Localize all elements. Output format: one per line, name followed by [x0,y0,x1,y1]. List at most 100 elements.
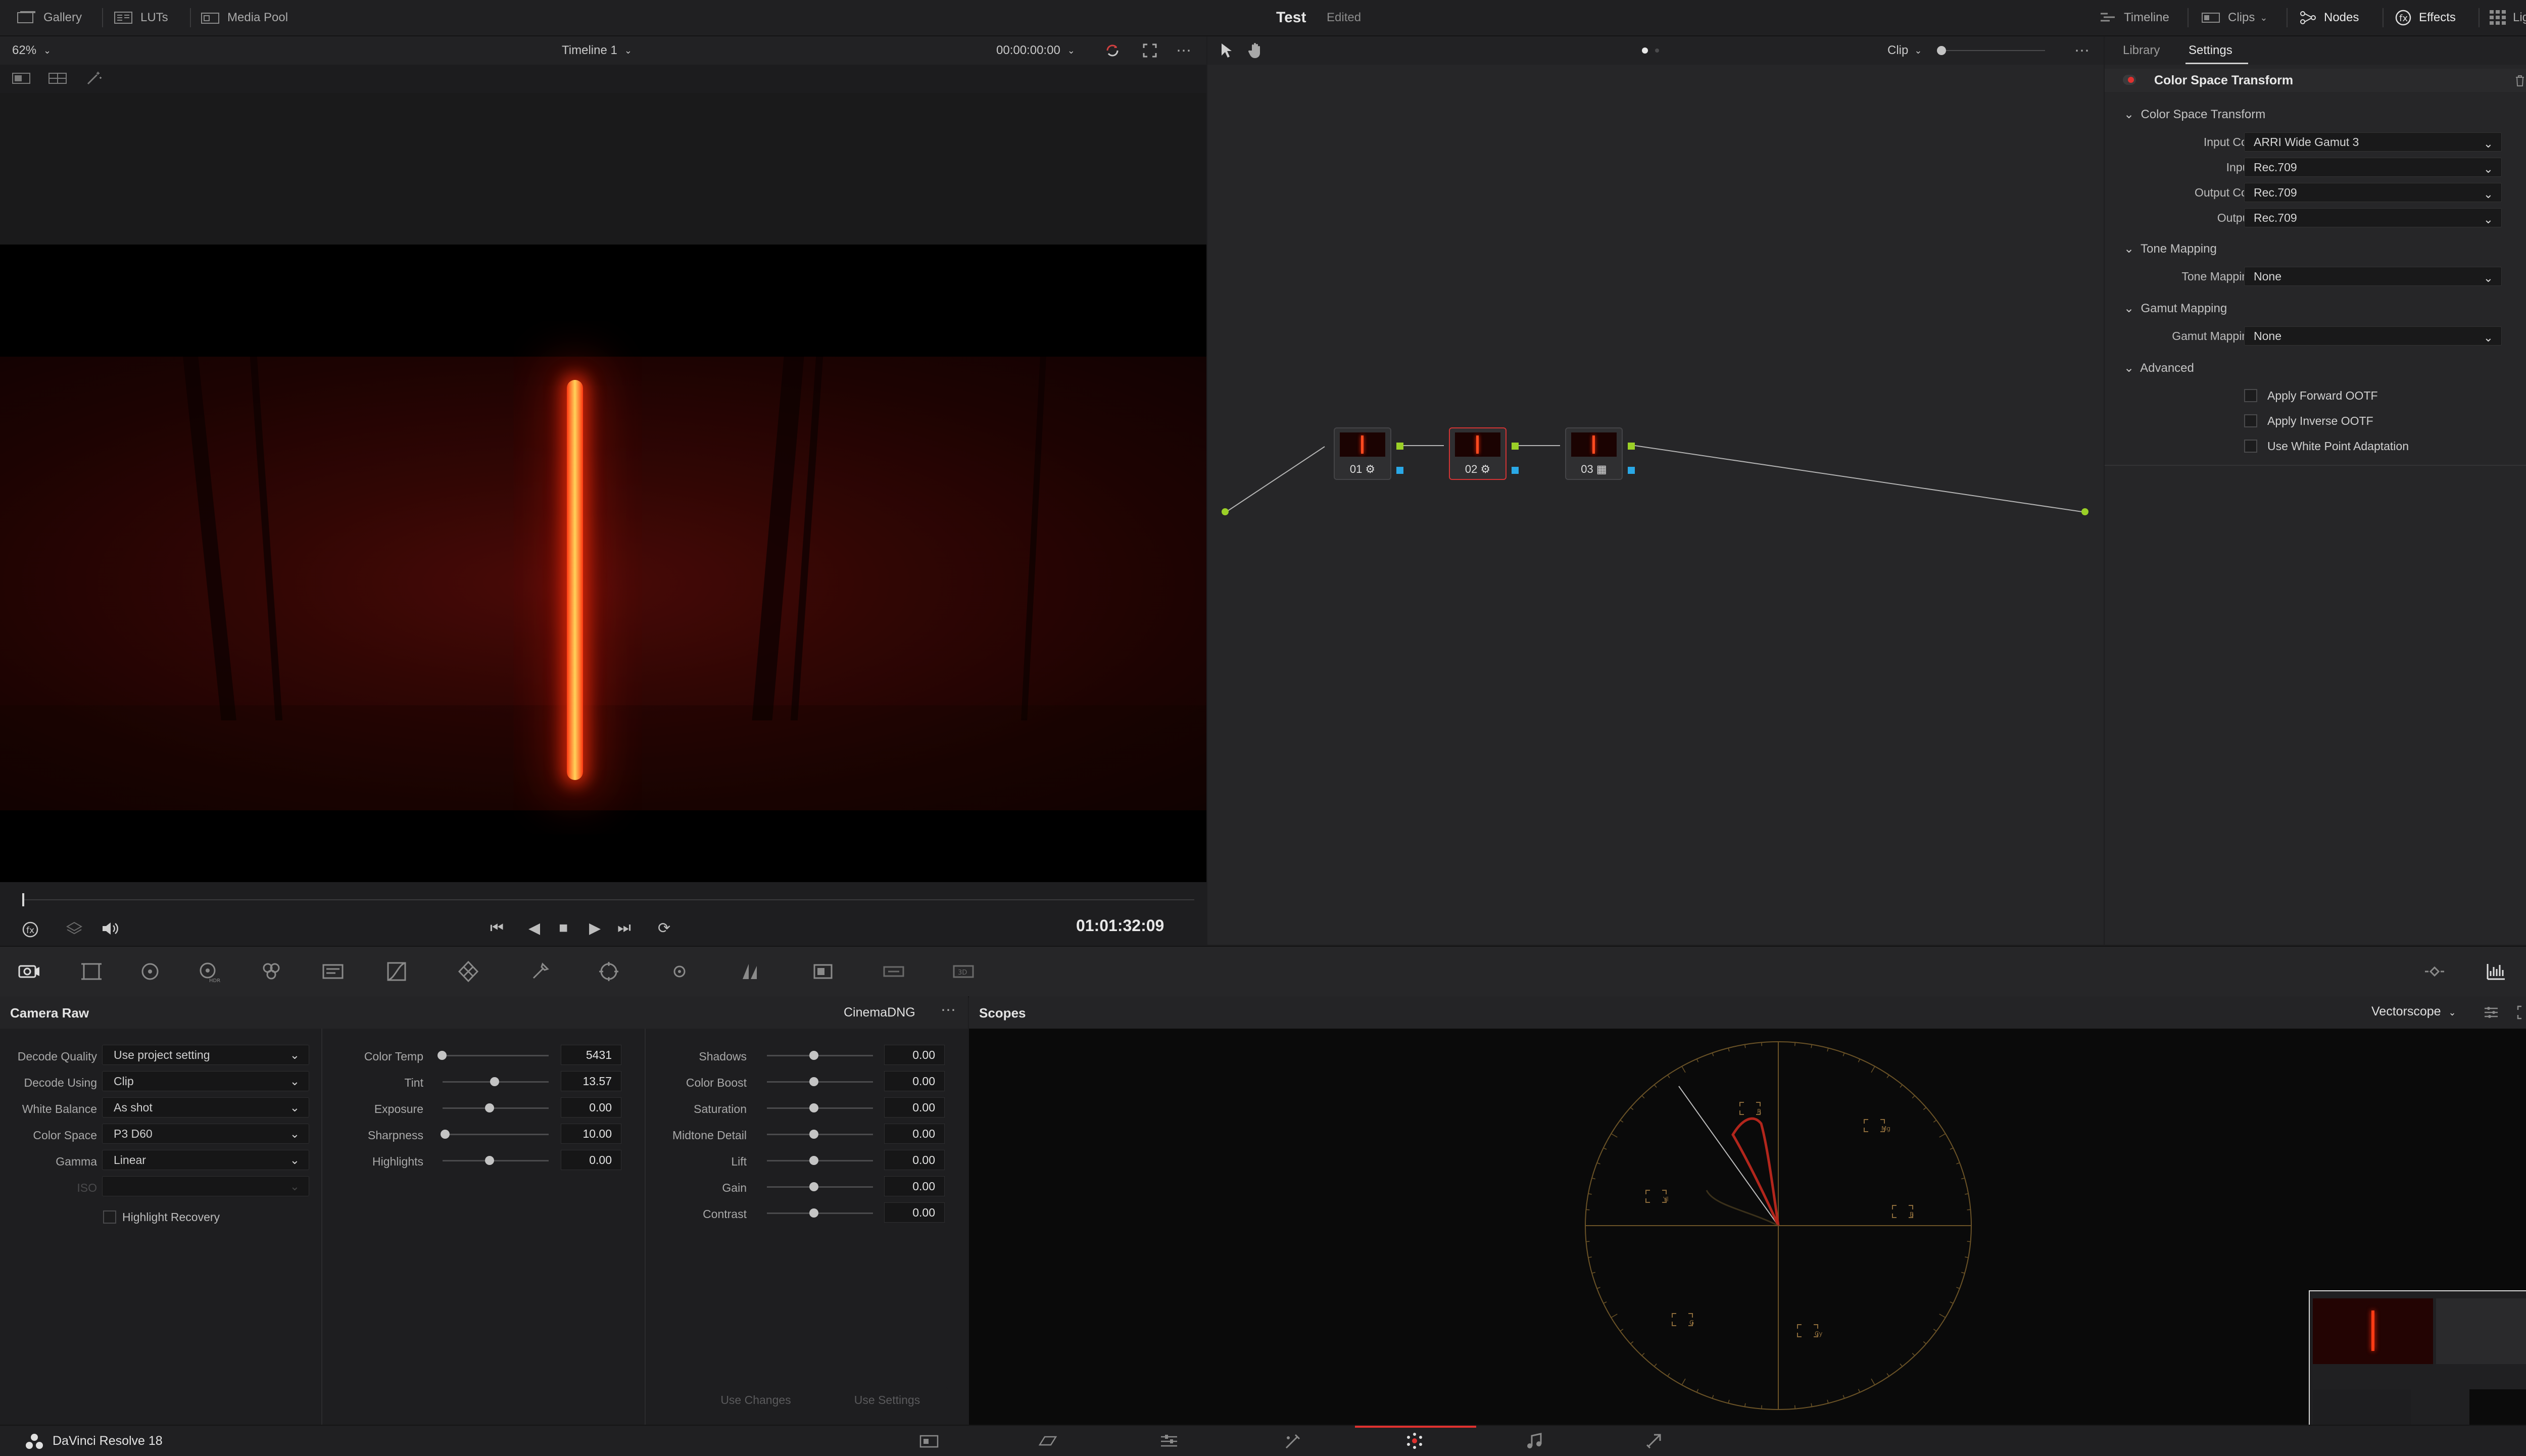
trash-icon[interactable] [2515,75,2525,87]
play-icon[interactable]: ▶ [589,919,601,937]
lightbox-toggle[interactable]: Lightbox [2490,0,2526,35]
timeline-toggle[interactable]: Timeline [2100,0,2169,35]
loop-icon[interactable] [1104,42,1121,59]
section-color-space-transform[interactable]: ⌄ Color Space Transform [2124,107,2265,122]
fullscreen-icon[interactable] [1143,43,1157,58]
split-screen-icon[interactable] [48,72,68,85]
image-wipe-icon[interactable] [12,72,31,85]
contrast-knob[interactable] [809,1208,818,1218]
use-changes-button[interactable]: Use Changes [695,1387,816,1413]
alpha-output-port[interactable] [1628,467,1635,474]
go-to-start-icon[interactable]: ⏮ [490,919,504,937]
section-tone-mapping[interactable]: ⌄ Tone Mapping [2124,241,2217,256]
shadows-field[interactable]: 0.00 [884,1045,945,1065]
highlights-slider[interactable] [443,1160,549,1161]
expand-scope-icon[interactable] [2517,1005,2526,1020]
sharpness-knob[interactable] [441,1130,450,1139]
tab-library[interactable]: Library [2123,36,2160,65]
color-boost-field[interactable]: 0.00 [884,1071,945,1091]
ui-minimap[interactable] [2309,1290,2526,1442]
midtone-detail-slider[interactable] [767,1134,873,1135]
keyframes-icon[interactable] [2423,960,2446,983]
color-temp-slider[interactable] [443,1055,549,1056]
page-indicator-dot[interactable] [1655,48,1659,53]
lift-knob[interactable] [809,1156,818,1165]
page-indicator-dot[interactable] [1642,47,1648,54]
exposure-field[interactable]: 0.00 [561,1097,621,1118]
midtone-detail-knob[interactable] [809,1130,818,1139]
color-boost-slider[interactable] [767,1081,873,1083]
scrub-bar[interactable] [22,899,1194,900]
reverse-icon[interactable]: ◀ [528,919,540,937]
tracker-icon[interactable] [668,960,691,983]
timeline-select[interactable]: Timeline 1 ⌄ [562,36,632,65]
gain-field[interactable]: 0.00 [884,1176,945,1196]
volume-icon[interactable] [101,920,119,937]
alpha-output-port[interactable] [1512,467,1519,474]
rgb-mixer-icon[interactable] [260,960,283,983]
sharpness-field[interactable]: 10.00 [561,1124,621,1144]
use-settings-button[interactable]: Use Settings [827,1387,948,1413]
exposure-knob[interactable] [485,1103,494,1112]
section-advanced[interactable]: ⌄ Advanced [2124,361,2194,375]
node-zoom-slider[interactable] [1939,50,2045,51]
color-temp-knob[interactable] [438,1051,447,1060]
rgb-output-port[interactable] [1628,443,1635,450]
node-01[interactable]: 01 ⚙ [1334,427,1391,480]
lift-field[interactable]: 0.00 [884,1150,945,1170]
node-options-icon[interactable]: ⋯ [2074,36,2090,65]
motion-effects-icon[interactable] [321,960,345,983]
tab-settings[interactable]: Settings [2189,36,2232,65]
contrast-slider[interactable] [767,1212,873,1214]
blur-icon[interactable] [739,960,762,983]
edit-page-icon[interactable] [1159,1434,1179,1449]
clips-toggle[interactable]: Clips ⌄ [2202,0,2267,35]
tone-mapping-select[interactable]: None ⌄ [2244,267,2502,286]
media-page-icon[interactable] [919,1434,939,1449]
output-port[interactable] [2081,508,2088,515]
3d-icon[interactable]: 3D [952,960,975,983]
gain-slider[interactable] [767,1186,873,1188]
node-03[interactable]: 03 ▦ [1565,427,1623,480]
cut-page-icon[interactable] [1038,1434,1058,1449]
fusion-page-icon[interactable] [1283,1433,1303,1450]
color-match-icon[interactable] [80,960,103,983]
hdr-wheels-icon[interactable]: HDR [197,960,220,983]
apply-forward-ootf-checkbox[interactable] [2244,389,2257,402]
curves-icon[interactable] [385,960,408,983]
output-color-space-select[interactable]: Rec.709 ⌄ [2244,183,2502,202]
section-gamut-mapping[interactable]: ⌄ Gamut Mapping [2124,301,2227,316]
gallery-button[interactable]: Gallery [17,0,82,35]
sharpness-slider[interactable] [443,1134,549,1135]
tint-knob[interactable] [490,1077,499,1086]
highlights-knob[interactable] [485,1156,494,1165]
node-mode-select[interactable]: Clip ⌄ [1887,36,1922,65]
rgb-output-port[interactable] [1396,443,1403,450]
node-zoom-knob[interactable] [1937,46,1946,55]
node-02[interactable]: 02 ⚙ [1449,427,1507,480]
saturation-field[interactable]: 0.00 [884,1097,945,1118]
node-graph[interactable]: 01 ⚙ 02 ⚙ 03 ▦ [1207,65,2104,945]
fairlight-page-icon[interactable] [1526,1433,1544,1450]
effects-overlay-icon[interactable]: fx [21,919,41,940]
color-temp-field[interactable]: 5431 [561,1045,621,1065]
effects-toggle[interactable]: fx Effects [2395,0,2456,35]
color-boost-knob[interactable] [809,1077,818,1086]
shadows-slider[interactable] [767,1055,873,1056]
input-gamma-select[interactable]: Rec.709 ⌄ [2244,158,2502,177]
color-warper-icon[interactable] [457,960,480,983]
white-point-adaptation-checkbox[interactable] [2244,440,2257,453]
playhead[interactable] [22,893,24,906]
scope-type-select[interactable]: Vectorscope ⌄ [2371,1004,2456,1019]
zoom-select[interactable]: 62% ⌄ [12,36,51,65]
rgb-output-port[interactable] [1512,443,1519,450]
window-icon[interactable] [597,960,620,983]
go-to-end-icon[interactable]: ⏭ [617,919,631,937]
qualifier-icon[interactable] [528,960,552,983]
camera-raw-icon[interactable] [17,960,40,983]
raw-format-select[interactable]: CinemaDNG [844,1005,915,1020]
highlight-recovery-checkbox[interactable] [103,1210,116,1224]
viewer-options-icon[interactable]: ⋯ [1176,36,1191,65]
lift-slider[interactable] [767,1160,873,1161]
scopes-icon[interactable] [2485,960,2508,983]
